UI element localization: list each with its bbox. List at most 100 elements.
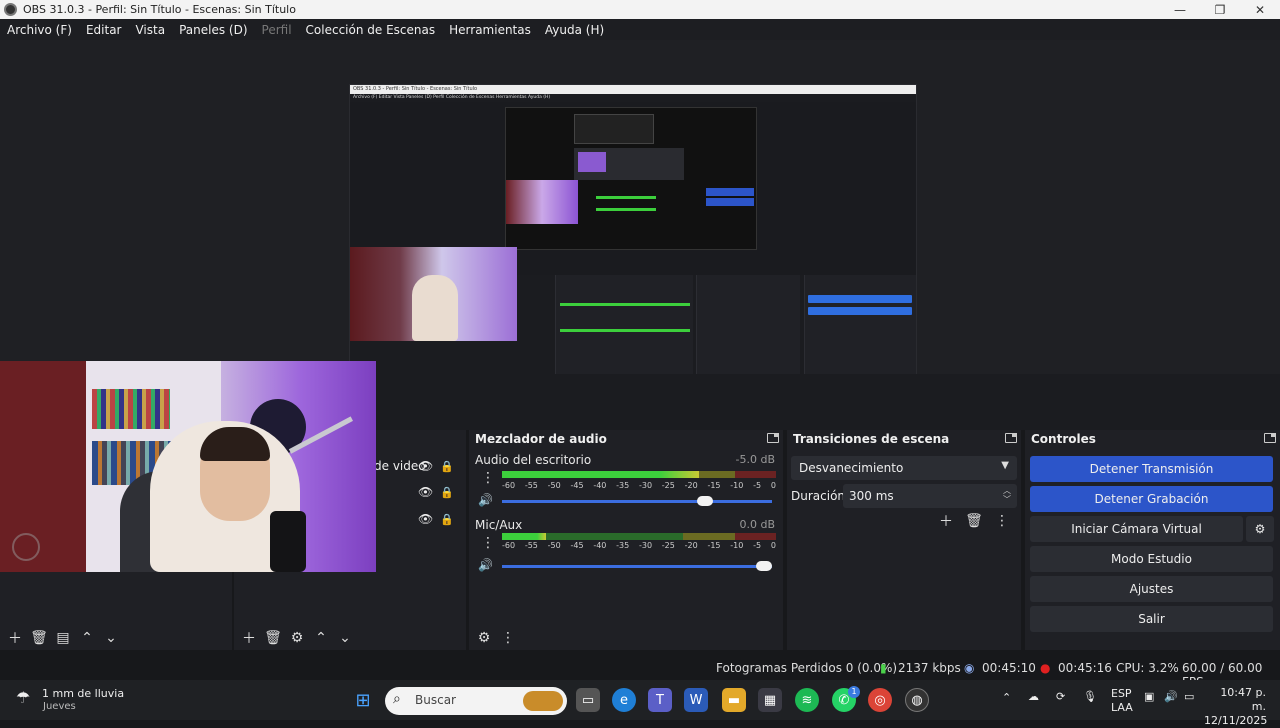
volume-slider[interactable]	[502, 561, 772, 571]
battery-icon[interactable]: ▭	[1184, 690, 1194, 703]
word-icon[interactable]: W	[684, 688, 708, 712]
kebab-menu-icon[interactable]: ⋮	[499, 629, 517, 647]
undock-icon[interactable]	[1264, 433, 1276, 443]
chrome-icon[interactable]: ◎	[868, 688, 892, 712]
transition-selected: Desvanecimiento	[799, 461, 904, 475]
speaker-icon[interactable]: 🔊	[478, 493, 493, 507]
filter-icon[interactable]: ▤	[54, 629, 72, 647]
lock-icon[interactable]: 🔒	[440, 460, 454, 473]
record-icon: ●	[1040, 661, 1051, 675]
arrow-down-icon[interactable]: ⌄	[336, 629, 354, 647]
volume-meter	[502, 471, 776, 478]
lock-icon[interactable]: 🔒	[440, 486, 454, 499]
meter-tick-label: -25	[661, 481, 675, 490]
broadcast-icon: ◉	[964, 661, 975, 675]
slider-knob[interactable]	[696, 496, 713, 506]
eye-icon[interactable]: 👁	[418, 512, 433, 526]
arrow-up-icon[interactable]: ⌃	[312, 629, 330, 647]
meter-tick-label: -35	[616, 541, 630, 550]
bitrate: 2137 kbps	[898, 661, 961, 675]
language-bottom[interactable]: LAA	[1111, 701, 1133, 714]
microphone-icon[interactable]: 🎙	[1083, 690, 1097, 703]
menu-paneles[interactable]: Paneles (D)	[172, 23, 254, 37]
volume-meter	[502, 533, 776, 540]
mixer-channel-mic: Mic/Aux 0.0 dB ⋮ -60 -55 -50 -45 -40 -35 -30 -2…	[469, 518, 783, 582]
spinner-icon[interactable]: ︿ ﹀	[1003, 486, 1011, 504]
start-virtual-camera-button[interactable]: Iniciar Cámara Virtual	[1030, 516, 1243, 542]
menu-perfil: Perfil	[261, 22, 292, 37]
meter-tick-label: -15	[707, 481, 721, 490]
kebab-menu-icon[interactable]: ⋮	[481, 470, 495, 486]
spotify-icon[interactable]: ≋	[795, 688, 819, 712]
add-icon[interactable]: ＋	[240, 629, 258, 647]
gear-icon[interactable]: ⚙	[1246, 516, 1274, 542]
mixer-title: Mezclador de audio	[475, 432, 607, 446]
meter-tick-label: -20	[684, 481, 698, 490]
cloud-icon[interactable]: ☁	[1028, 690, 1039, 703]
controls-dock: Controles Detener Transmisión Detener Gr…	[1025, 430, 1280, 650]
arrow-down-icon[interactable]: ⌄	[102, 629, 120, 647]
arrow-up-icon[interactable]: ⌃	[78, 629, 96, 647]
menu-ayuda[interactable]: Ayuda (H)	[538, 23, 611, 37]
dropped-frames: Fotogramas Perdidos 0 (0.0%)	[716, 661, 898, 675]
lock-icon[interactable]: 🔒	[440, 513, 454, 526]
sync-icon[interactable]: ⟳	[1056, 690, 1065, 703]
chevron-up-icon[interactable]: ⌃	[1002, 691, 1011, 704]
stop-recording-button[interactable]: Detener Grabación	[1030, 486, 1273, 512]
volume-slider[interactable]	[502, 496, 772, 506]
network-icon[interactable]: ▣	[1144, 690, 1154, 703]
preview-canvas[interactable]: OBS 31.0.3 - Perfil: Sin Título - Escena…	[0, 40, 1280, 404]
minimize-button[interactable]: —	[1160, 0, 1200, 19]
meter-tick-label: -35	[616, 481, 630, 490]
store-icon[interactable]: ▦	[758, 688, 782, 712]
meter-tick-label: -5	[753, 541, 762, 550]
maximize-button[interactable]: ❐	[1200, 0, 1240, 19]
dock-header: Transiciones de escena	[787, 430, 1021, 448]
title-bar: OBS 31.0.3 - Perfil: Sin Título - Escena…	[0, 0, 1280, 19]
exit-button[interactable]: Salir	[1030, 606, 1273, 632]
gear-icon[interactable]: ⚙	[475, 629, 493, 647]
kebab-menu-icon[interactable]: ⋮	[993, 512, 1011, 530]
windows-start-icon[interactable]: ⊞	[351, 688, 375, 712]
clock[interactable]: 10:47 p. m. 12/11/2025	[1204, 686, 1267, 728]
kebab-menu-icon[interactable]: ⋮	[481, 535, 495, 551]
slider-knob[interactable]	[756, 561, 772, 571]
duration-input[interactable]: 300 ms ︿ ﹀	[843, 484, 1017, 508]
nested-recursive-preview	[505, 107, 757, 250]
trash-icon[interactable]: 🗑	[264, 629, 282, 647]
language-top[interactable]: ESP	[1111, 687, 1132, 700]
taskbar-search[interactable]: ⌕ Buscar	[385, 687, 567, 715]
menu-archivo[interactable]: Archivo (F)	[0, 23, 79, 37]
volume-icon[interactable]: 🔊	[1164, 690, 1178, 703]
captured-display: OBS 31.0.3 - Perfil: Sin Título - Escena…	[349, 84, 917, 404]
add-icon[interactable]: ＋	[937, 512, 955, 530]
transitions-title: Transiciones de escena	[793, 432, 950, 446]
undock-icon[interactable]	[767, 433, 779, 443]
edge-icon[interactable]: e	[612, 688, 636, 712]
file-explorer-icon[interactable]: ▬	[722, 688, 746, 712]
menu-herramientas[interactable]: Herramientas	[442, 23, 538, 37]
gear-icon[interactable]: ⚙	[288, 629, 306, 647]
chevron-down-icon: ▼	[1001, 460, 1009, 471]
eye-icon[interactable]: 👁	[418, 459, 433, 473]
add-icon[interactable]: ＋	[6, 629, 24, 647]
close-button[interactable]: ✕	[1240, 0, 1280, 19]
trash-icon[interactable]: 🗑	[30, 629, 48, 647]
meter-tick-label: 0	[770, 541, 776, 550]
undock-icon[interactable]	[1005, 433, 1017, 443]
obs-taskbar-icon[interactable]: ◍	[905, 688, 929, 712]
menu-editar[interactable]: Editar	[79, 23, 129, 37]
teams-icon[interactable]: T	[648, 688, 672, 712]
studio-mode-button[interactable]: Modo Estudio	[1030, 546, 1273, 572]
menu-coleccion-escenas[interactable]: Colección de Escenas	[299, 23, 443, 37]
meter-tick-label: -10	[730, 541, 744, 550]
speaker-icon[interactable]: 🔊	[478, 558, 493, 572]
settings-button[interactable]: Ajustes	[1030, 576, 1273, 602]
menu-vista[interactable]: Vista	[128, 23, 172, 37]
eye-icon[interactable]: 👁	[418, 485, 433, 499]
trash-icon[interactable]: 🗑	[965, 512, 983, 530]
signal-icon: ▮	[880, 661, 887, 675]
task-view-icon[interactable]: ▭	[576, 688, 600, 712]
stop-streaming-button[interactable]: Detener Transmisión	[1030, 456, 1273, 482]
transition-select[interactable]: Desvanecimiento ▼	[791, 456, 1017, 480]
